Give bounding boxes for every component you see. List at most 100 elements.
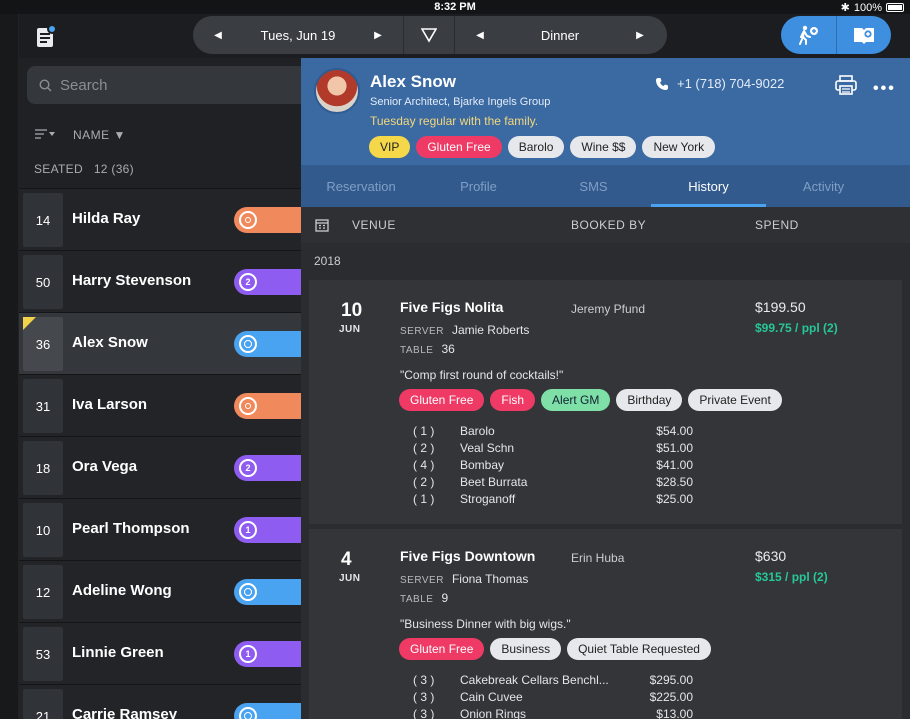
shift-label[interactable]: Dinner: [505, 16, 615, 54]
visit-tags: Gluten Free Fish Alert GM Birthday Private E…: [399, 389, 782, 411]
guest-row[interactable]: 50 Harry Stevenson 2: [19, 250, 304, 312]
top-toolbar: ◀ Tues, Jun 19 ▶ ◀ Dinner ▶: [19, 14, 910, 58]
order-item: ( 3 ) Cakebreak Cellars Benchl... $295.00: [413, 673, 693, 690]
item-name: Cakebreak Cellars Benchl...: [460, 673, 609, 687]
guest-row-name: Alex Snow: [72, 334, 148, 351]
party-status-tab[interactable]: [234, 393, 304, 419]
item-name: Bombay: [460, 458, 505, 472]
guest-row[interactable]: 14 Hilda Ray: [19, 188, 304, 250]
guest-row-name: Hilda Ray: [72, 210, 141, 227]
prev-shift-button[interactable]: ◀: [455, 16, 505, 54]
party-status-tab[interactable]: [234, 703, 304, 719]
arrow-right-icon: ▶: [636, 29, 644, 41]
item-qty: ( 1 ): [413, 424, 435, 438]
item-price: $28.50: [656, 475, 693, 489]
profile-tag: New York: [642, 136, 716, 158]
visit-spend: $199.50: [755, 299, 806, 315]
item-price: $54.00: [656, 424, 693, 438]
profile-tag: Gluten Free: [416, 136, 502, 158]
visit-server: SERVER Fiona Thomas: [400, 572, 529, 586]
arrow-left-icon: ◀: [476, 29, 484, 41]
table-number: 12: [23, 565, 63, 619]
guest-title: Senior Architect, Bjarke Ingels Group: [370, 96, 551, 108]
date-label[interactable]: Tues, Jun 19: [243, 16, 353, 54]
tab-activity[interactable]: Activity: [766, 165, 881, 207]
item-qty: ( 1 ): [413, 492, 435, 506]
item-name: Beet Burrata: [460, 475, 528, 489]
walk-in-icon: [799, 25, 819, 45]
visit-booked-by: Erin Huba: [571, 551, 625, 565]
status-icon: 1: [239, 645, 257, 663]
visit-venue: Five Figs Nolita: [400, 299, 504, 315]
prev-date-button[interactable]: ◀: [193, 16, 243, 54]
visit-tag: Private Event: [688, 389, 782, 411]
calendar-icon[interactable]: [315, 218, 329, 235]
visit-spend: $630: [755, 548, 787, 564]
guest-row[interactable]: 36 Alex Snow: [19, 312, 304, 374]
guest-row[interactable]: 10 Pearl Thompson 1: [19, 498, 304, 560]
search-placeholder: Search: [60, 76, 108, 94]
status-icon: [239, 707, 257, 719]
visit-booked-by: Jeremy Pfund: [571, 302, 646, 316]
tab-profile[interactable]: Profile: [421, 165, 536, 207]
more-icon[interactable]: •••: [873, 80, 896, 98]
visit-tag: Quiet Table Requested: [567, 638, 711, 660]
visit-card[interactable]: 4 JUN Five Figs Downtown Erin Huba $630 $315 …: [309, 529, 902, 719]
walk-in-button[interactable]: [781, 16, 836, 54]
guest-rows: 14 Hilda Ray 50 Harry Stevenson 2 36 Alex Snow…: [19, 188, 304, 719]
filter-button[interactable]: [404, 16, 454, 54]
status-icon: [239, 211, 257, 229]
party-status-tab[interactable]: 1: [234, 641, 304, 667]
date-shift-selector: ◀ Tues, Jun 19 ▶ ◀ Dinner ▶: [193, 16, 667, 54]
profile-tag: Wine $$: [570, 136, 637, 158]
guest-row[interactable]: 12 Adeline Wong: [19, 560, 304, 622]
party-status-tab[interactable]: 1: [234, 517, 304, 543]
battery-icon: [886, 3, 904, 12]
guest-row[interactable]: 53 Linnie Green 1: [19, 622, 304, 684]
guest-row[interactable]: 18 Ora Vega 2: [19, 436, 304, 498]
visit-tag: Gluten Free: [399, 638, 485, 660]
seated-summary: SEATED 12 (36): [34, 162, 134, 176]
item-qty: ( 3 ): [413, 690, 435, 704]
sort-order-button[interactable]: [35, 128, 57, 142]
print-icon[interactable]: [835, 75, 857, 100]
guest-row[interactable]: 21 Carrie Ramsey: [19, 684, 304, 719]
party-status-tab[interactable]: [234, 579, 304, 605]
book-add-icon: [853, 28, 874, 44]
sort-by-name-button[interactable]: NAME ▼: [73, 128, 126, 142]
guest-row-name: Linnie Green: [72, 644, 164, 661]
table-number: 14: [23, 193, 63, 247]
search-input[interactable]: Search: [27, 66, 347, 104]
seated-label: SEATED: [34, 162, 83, 176]
phone-icon: [656, 77, 668, 90]
guest-row[interactable]: 31 Iva Larson: [19, 374, 304, 436]
profile-header: Alex Snow Senior Architect, Bjarke Ingel…: [301, 58, 910, 165]
visit-tag: Business: [490, 638, 562, 660]
visit-tag: Gluten Free: [399, 389, 485, 411]
visit-day: 4: [341, 549, 352, 570]
party-status-tab[interactable]: [234, 207, 304, 233]
party-status-tab[interactable]: [234, 331, 304, 357]
phone-link[interactable]: +1 (718) 704-9022: [655, 76, 784, 91]
status-time: 8:32 PM: [434, 1, 476, 13]
visit-card[interactable]: 10 JUN Five Figs Nolita Jeremy Pfund $199.50…: [309, 280, 902, 524]
next-date-button[interactable]: ▶: [353, 16, 403, 54]
visit-tags: Gluten Free Business Quiet Table Requested: [399, 638, 711, 660]
notes-icon[interactable]: [37, 24, 57, 48]
guest-row-name: Harry Stevenson: [72, 272, 192, 289]
order-item: ( 4 ) Bombay $41.00: [413, 458, 693, 475]
sort-icon: [35, 129, 55, 139]
add-reservation-button[interactable]: [837, 16, 892, 54]
arrow-left-icon: ◀: [214, 29, 222, 41]
item-qty: ( 3 ): [413, 673, 435, 687]
party-status-tab[interactable]: 2: [234, 455, 304, 481]
item-name: Veal Schn: [460, 441, 515, 455]
tab-sms[interactable]: SMS: [536, 165, 651, 207]
arrow-right-icon: ▶: [374, 29, 382, 41]
tab-reservation[interactable]: Reservation: [301, 165, 421, 207]
party-status-tab[interactable]: 2: [234, 269, 304, 295]
next-shift-button[interactable]: ▶: [615, 16, 665, 54]
item-price: $51.00: [656, 441, 693, 455]
status-icon: 1: [239, 521, 257, 539]
tab-history[interactable]: History: [651, 165, 766, 207]
